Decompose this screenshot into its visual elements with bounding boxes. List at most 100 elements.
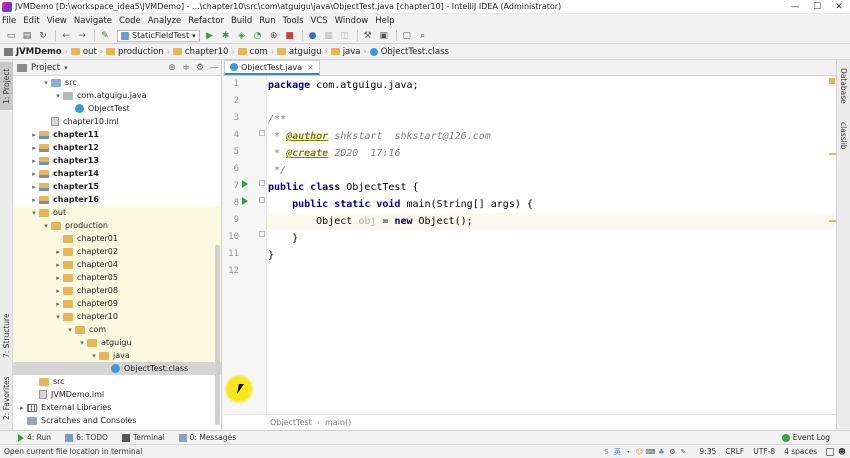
fold-marker-icon[interactable]: [259, 231, 265, 237]
menu-vcs[interactable]: VCS: [311, 16, 328, 26]
menu-view[interactable]: View: [47, 16, 67, 26]
breadcrumb-item[interactable]: com: [237, 47, 268, 57]
menu-code[interactable]: Code: [119, 16, 141, 26]
menu-refactor[interactable]: Refactor: [188, 16, 224, 26]
hide-icon[interactable]: —: [207, 63, 221, 73]
ime-tool-icon[interactable]: ✎: [678, 447, 688, 457]
tab-terminal[interactable]: Terminal: [121, 433, 165, 442]
stop-icon[interactable]: ■: [283, 29, 297, 43]
collapse-all-icon[interactable]: ≑: [179, 63, 193, 73]
fold-marker-icon[interactable]: [259, 180, 265, 186]
tab-run[interactable]: 4: Run: [18, 433, 51, 442]
code-line[interactable]: }: [268, 230, 834, 247]
chevron-right-icon[interactable]: ▸: [29, 157, 39, 165]
tree-item[interactable]: ▾ java: [13, 349, 221, 362]
lock-icon[interactable]: [826, 447, 835, 456]
chevron-down-icon[interactable]: ▾: [53, 92, 63, 100]
tree-item[interactable]: ▸ chapter04: [13, 258, 221, 271]
project-structure-icon[interactable]: ▣: [377, 29, 391, 43]
tab-messages[interactable]: 0: Messages: [178, 433, 236, 442]
file-encoding[interactable]: UTF-8: [753, 447, 775, 456]
chevron-right-icon[interactable]: ▸: [53, 261, 63, 269]
attach-icon[interactable]: ⊕: [267, 29, 281, 43]
forward-icon[interactable]: →: [75, 29, 89, 43]
breadcrumb-item[interactable]: JVMDemo: [4, 47, 62, 57]
chevron-down-icon[interactable]: ▾: [65, 326, 75, 334]
chevron-right-icon[interactable]: ▸: [53, 248, 63, 256]
settings-wrench-icon[interactable]: ⚒: [361, 29, 375, 43]
tab-project[interactable]: 1: Project: [0, 62, 13, 110]
breadcrumb-item[interactable]: atguigu: [277, 47, 321, 57]
breadcrumb-method[interactable]: main(): [325, 418, 351, 427]
close-icon[interactable]: ×: [307, 63, 314, 72]
menu-window[interactable]: Window: [335, 16, 369, 26]
breadcrumb-item[interactable]: ObjectTest.class: [369, 47, 449, 57]
chevron-right-icon[interactable]: ▸: [53, 287, 63, 295]
chevron-right-icon[interactable]: ▸: [17, 404, 27, 412]
menu-navigate[interactable]: Navigate: [74, 16, 112, 26]
code-line[interactable]: public static void main(String[] args) {: [268, 196, 834, 213]
vcs-icon[interactable]: ▦: [322, 29, 336, 43]
chevron-down-icon[interactable]: ▾: [64, 64, 68, 72]
chevron-right-icon[interactable]: ▸: [53, 300, 63, 308]
tree-item[interactable]: ▾ atguigu: [13, 336, 221, 349]
inspection-status-icon[interactable]: [829, 78, 835, 84]
chevron-down-icon[interactable]: ▾: [77, 339, 87, 347]
ime-tool-icon[interactable]: ⚙: [667, 447, 677, 457]
run-configuration-select[interactable]: StaticFieldTest ▾: [117, 29, 200, 42]
chevron-down-icon[interactable]: ▾: [41, 79, 51, 87]
breadcrumb-item[interactable]: chapter10: [172, 47, 228, 57]
code-line[interactable]: /**: [268, 111, 834, 128]
code-line[interactable]: * @author shkstart shkstart@126.com: [268, 128, 834, 145]
ime-tool-icon[interactable]: S: [601, 447, 611, 457]
back-icon[interactable]: ←: [59, 29, 73, 43]
run-class-gutter-icon[interactable]: [242, 180, 248, 188]
tree-item[interactable]: ▾ chapter10: [13, 310, 221, 323]
menu-edit[interactable]: Edit: [23, 16, 39, 26]
code-line[interactable]: Object obj = new Object();: [268, 213, 834, 230]
chevron-right-icon[interactable]: ▸: [53, 274, 63, 282]
coverage-icon[interactable]: ◈: [235, 29, 249, 43]
chevron-down-icon[interactable]: ▾: [41, 222, 51, 230]
chevron-right-icon[interactable]: ▸: [29, 170, 39, 178]
chevron-down-icon[interactable]: ▾: [89, 352, 99, 360]
minimize-button[interactable]: —: [784, 0, 806, 14]
menu-analyze[interactable]: Analyze: [148, 16, 182, 26]
tab-structure[interactable]: 7: Structure: [0, 310, 13, 362]
code-line[interactable]: public class ObjectTest {: [268, 179, 834, 196]
menu-tools[interactable]: Tools: [283, 16, 304, 26]
code-line[interactable]: */: [268, 162, 834, 179]
tree-item[interactable]: ▸ chapter15: [13, 180, 221, 193]
help-icon[interactable]: ●: [306, 29, 320, 43]
menu-file[interactable]: File: [2, 16, 16, 26]
close-button[interactable]: ✕: [828, 0, 850, 14]
gear-icon[interactable]: ⚙: [193, 63, 207, 73]
caret-position[interactable]: 9:35: [699, 447, 716, 456]
ime-tool-icon[interactable]: ⌨: [645, 447, 655, 457]
code-line[interactable]: [268, 264, 834, 281]
tree-item[interactable]: ▸ chapter08: [13, 284, 221, 297]
ime-tool-icon[interactable]: 英: [612, 447, 622, 457]
tab-database[interactable]: Database: [837, 64, 850, 108]
menu-build[interactable]: Build: [231, 16, 252, 26]
profile-icon[interactable]: ◔: [251, 29, 265, 43]
tree-item[interactable]: ▸ chapter12: [13, 141, 221, 154]
ime-tool-icon[interactable]: ☺: [634, 447, 644, 457]
warning-mark[interactable]: [829, 153, 836, 155]
tree-item[interactable]: ▸ chapter09: [13, 297, 221, 310]
tree-item[interactable]: ▸ chapter05: [13, 271, 221, 284]
menu-run[interactable]: Run: [259, 16, 275, 26]
tree-item[interactable]: ▸ chapter11: [13, 128, 221, 141]
tree-item[interactable]: ▾ src: [13, 76, 221, 89]
ime-tool-icon[interactable]: ♣: [656, 447, 666, 457]
tab-favorites[interactable]: 2: Favorites: [0, 372, 13, 424]
tree-item[interactable]: ▾ production: [13, 219, 221, 232]
project-scrollbar[interactable]: [215, 245, 220, 425]
tree-item[interactable]: src: [13, 375, 221, 388]
maximize-button[interactable]: ☐: [806, 0, 828, 14]
code-line[interactable]: package com.atguigu.java;: [268, 77, 834, 94]
sync-icon[interactable]: ↻: [36, 29, 50, 43]
tree-item[interactable]: chapter10.iml: [13, 115, 221, 128]
search-icon[interactable]: ⌕: [416, 29, 430, 43]
tree-item[interactable]: ▸ chapter14: [13, 167, 221, 180]
